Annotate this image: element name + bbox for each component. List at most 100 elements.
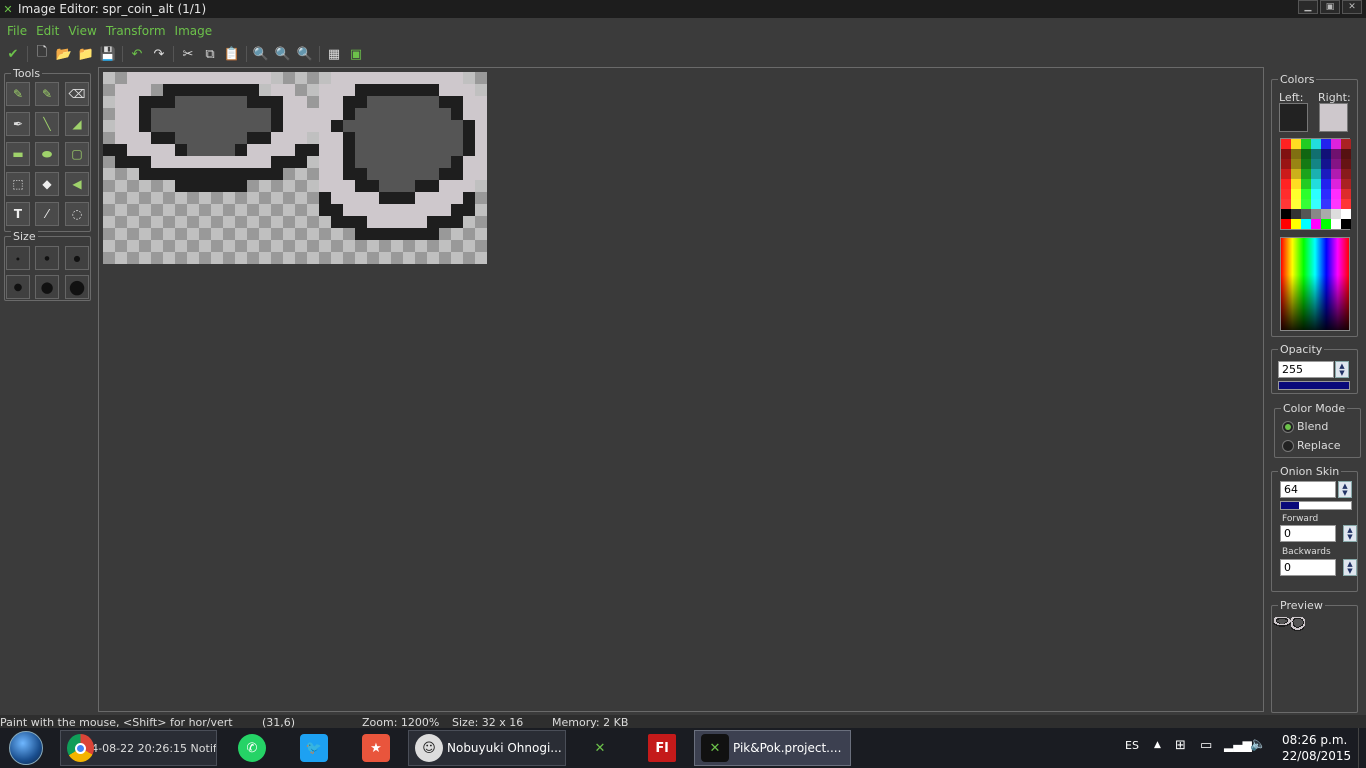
palette-swatch[interactable] (1331, 169, 1341, 179)
menu-view[interactable]: View (68, 24, 96, 42)
palette-swatch[interactable] (1331, 159, 1341, 169)
taskbar-whatsapp[interactable]: ✆ (232, 730, 272, 766)
taskbar-project[interactable]: ✕ Pik&Pok.project.... (694, 730, 851, 766)
zoom-in-icon[interactable]: 🔍 (272, 44, 294, 64)
right-color-swatch[interactable] (1319, 103, 1348, 132)
palette-swatch[interactable] (1311, 159, 1321, 169)
maximize-button[interactable]: ▣ (1320, 0, 1340, 14)
rounded-rectangle-tool-icon[interactable]: ▢ (65, 142, 89, 166)
rectangle-tool-icon[interactable]: ▬ (6, 142, 30, 166)
palette-swatch[interactable] (1291, 209, 1301, 219)
palette-swatch[interactable] (1311, 179, 1321, 189)
replace-color-tool-icon[interactable]: ◀ (65, 172, 89, 196)
zoom-out-icon[interactable]: 🔍 (250, 44, 272, 64)
palette-swatch[interactable] (1301, 199, 1311, 209)
redo-icon[interactable]: ↷ (148, 44, 170, 64)
close-button[interactable]: ✕ (1342, 0, 1362, 14)
palette-swatch[interactable] (1291, 139, 1301, 149)
palette-swatch[interactable] (1331, 209, 1341, 219)
palette-swatch[interactable] (1341, 149, 1351, 159)
left-color-swatch[interactable] (1279, 103, 1308, 132)
menu-transform[interactable]: Transform (106, 24, 166, 42)
palette-swatch[interactable] (1301, 209, 1311, 219)
taskbar-chrome[interactable]: 2014-08-22 20:26:15 Notificat... (60, 730, 217, 766)
windows-flag-icon[interactable]: ⊞ (1175, 738, 1186, 753)
palette-swatch[interactable] (1301, 179, 1311, 189)
opacity-spinner[interactable]: ▲ ▼ (1335, 361, 1349, 378)
palette-swatch[interactable] (1291, 219, 1301, 229)
palette-swatch[interactable] (1311, 199, 1321, 209)
replace-radio[interactable] (1282, 440, 1294, 452)
palette-swatch[interactable] (1331, 199, 1341, 209)
palette-swatch[interactable] (1301, 149, 1311, 159)
onion-skin-spinner[interactable]: ▲ ▼ (1338, 481, 1352, 498)
forward-input[interactable]: 0 (1280, 525, 1336, 542)
palette-swatch[interactable] (1341, 179, 1351, 189)
palette-swatch[interactable] (1291, 199, 1301, 209)
color-spectrum[interactable] (1280, 237, 1350, 331)
palette-swatch[interactable] (1311, 149, 1321, 159)
cut-icon[interactable]: ✂ (177, 44, 199, 64)
clock-time[interactable]: 08:26 p.m. (1282, 733, 1347, 747)
line-tool-icon[interactable]: ╲ (35, 112, 59, 136)
palette-swatch[interactable] (1321, 139, 1331, 149)
image-view-icon[interactable]: ▣ (345, 44, 367, 64)
select-region-tool-icon[interactable]: ⬚ (6, 172, 30, 196)
palette-swatch[interactable] (1321, 189, 1331, 199)
copy-icon[interactable]: ⧉ (199, 44, 221, 64)
menu-file[interactable]: File (7, 24, 27, 42)
palette-swatch[interactable] (1321, 179, 1331, 189)
save-icon[interactable]: 💾 (97, 44, 119, 64)
zoom-reset-icon[interactable]: 🔍 (294, 44, 316, 64)
palette-swatch[interactable] (1321, 149, 1331, 159)
open-icon[interactable]: 📂 (53, 44, 75, 64)
language-indicator[interactable]: ES (1125, 739, 1139, 752)
onion-skin-slider[interactable] (1280, 501, 1352, 510)
palette-swatch[interactable] (1311, 139, 1321, 149)
palette-swatch[interactable] (1321, 159, 1331, 169)
palette-swatch[interactable] (1341, 189, 1351, 199)
clock-date[interactable]: 22/08/2015 (1282, 749, 1351, 763)
brush-size-5-icon[interactable]: ● (35, 275, 59, 299)
start-button[interactable] (6, 730, 46, 766)
menu-image[interactable]: Image (175, 24, 213, 42)
palette-swatch[interactable] (1341, 199, 1351, 209)
palette-swatch[interactable] (1301, 139, 1311, 149)
palette-swatch[interactable] (1301, 169, 1311, 179)
color-palette[interactable] (1280, 138, 1351, 230)
palette-swatch[interactable] (1321, 219, 1331, 229)
text-tool-icon[interactable]: T (6, 202, 30, 226)
blend-radio[interactable] (1282, 421, 1294, 433)
select-ellipse-tool-icon[interactable]: ◌ (65, 202, 89, 226)
brush-size-1-icon[interactable]: ● (6, 246, 30, 270)
network-icon[interactable]: ▂▄▆ (1224, 738, 1252, 752)
brush-size-3-icon[interactable]: ● (65, 246, 89, 270)
eraser-tool-icon[interactable]: ⌫ (65, 82, 89, 106)
palette-swatch[interactable] (1331, 139, 1341, 149)
palette-swatch[interactable] (1321, 199, 1331, 209)
palette-swatch[interactable] (1301, 219, 1311, 229)
pencil-tool-icon[interactable]: ✎ (6, 82, 30, 106)
paste-icon[interactable]: 📋 (221, 44, 243, 64)
menu-edit[interactable]: Edit (36, 24, 59, 42)
palette-swatch[interactable] (1291, 179, 1301, 189)
palette-swatch[interactable] (1341, 209, 1351, 219)
palette-swatch[interactable] (1291, 169, 1301, 179)
palette-swatch[interactable] (1311, 209, 1321, 219)
ellipse-tool-icon[interactable]: ⬬ (35, 142, 59, 166)
palette-swatch[interactable] (1311, 169, 1321, 179)
palette-swatch[interactable] (1281, 209, 1291, 219)
opacity-slider[interactable] (1278, 381, 1350, 390)
canvas-area[interactable] (98, 67, 1264, 712)
palette-swatch[interactable] (1341, 169, 1351, 179)
palette-swatch[interactable] (1281, 199, 1291, 209)
palette-swatch[interactable] (1281, 179, 1291, 189)
palette-swatch[interactable] (1281, 159, 1291, 169)
palette-swatch[interactable] (1331, 149, 1341, 159)
fill-tool-icon[interactable]: ◆ (35, 172, 59, 196)
taskbar-twitter[interactable]: 🐦 (294, 730, 334, 766)
palette-swatch[interactable] (1281, 189, 1291, 199)
minimize-button[interactable]: ▁ (1298, 0, 1318, 14)
open-folder-icon[interactable]: 📁 (75, 44, 97, 64)
grid-icon[interactable]: ▦ (323, 44, 345, 64)
